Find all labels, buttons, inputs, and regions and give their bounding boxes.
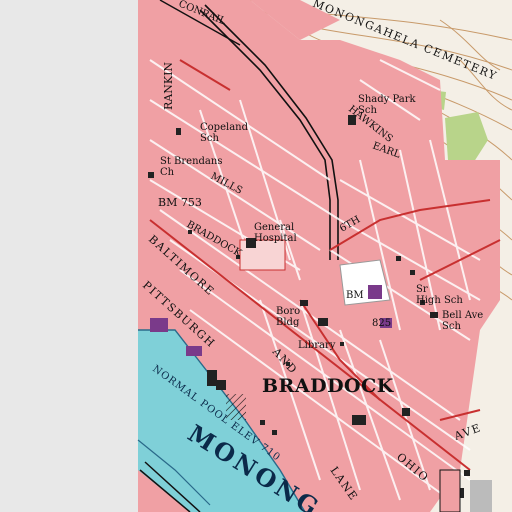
purple-building — [368, 285, 382, 299]
map-canvas: CONRAIL MONONGAHELA CEMETERY RANKIN Shad… — [0, 0, 512, 512]
label-bm: BM — [346, 290, 364, 301]
industrial-building — [150, 318, 168, 332]
label-rankin: RANKIN — [162, 62, 175, 110]
label-bm-825: 825 — [372, 318, 391, 329]
map-margin — [0, 0, 138, 512]
topographic-map[interactable]: CONRAIL MONONGAHELA CEMETERY RANKIN Shad… — [0, 0, 512, 512]
label-braddock: BRADDOCK — [262, 375, 395, 397]
label-general-hospital: General Hospital — [254, 222, 297, 244]
label-boro-bldg: Boro Bldg — [276, 306, 300, 328]
label-bm-753: BM 753 — [158, 196, 202, 209]
label-library: Library — [298, 340, 336, 351]
industrial-building — [186, 346, 202, 356]
